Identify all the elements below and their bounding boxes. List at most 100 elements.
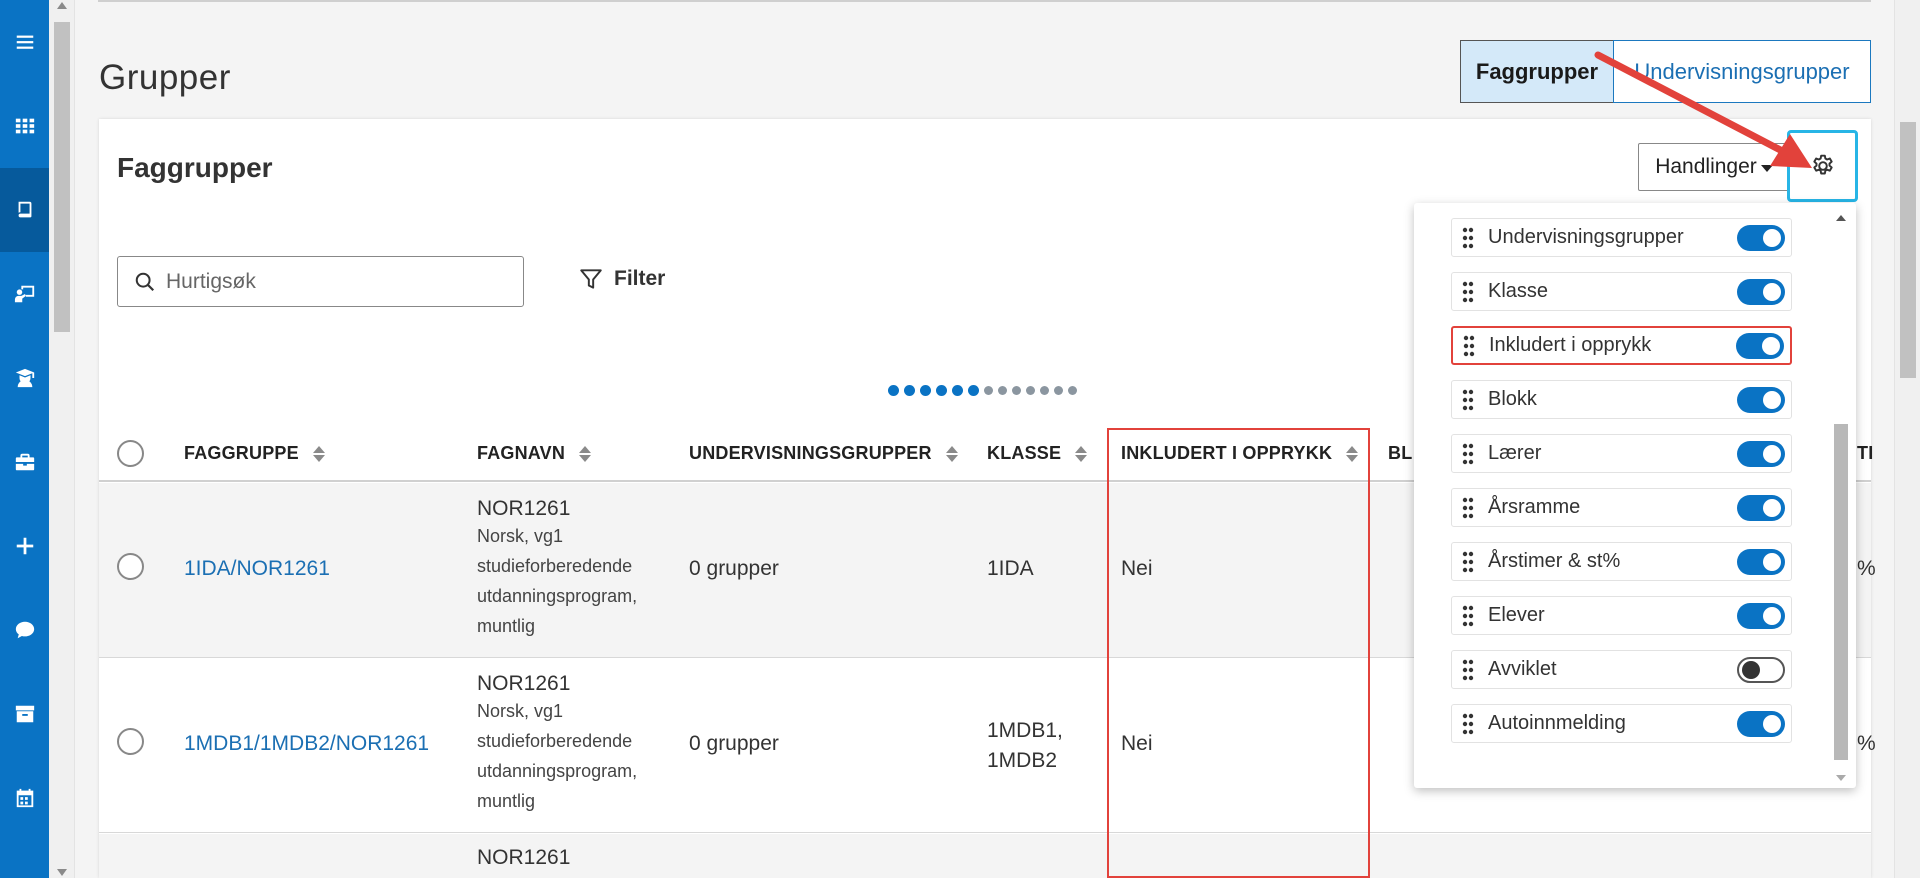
card-title: Faggrupper xyxy=(117,152,273,183)
calendar-icon[interactable] xyxy=(0,756,49,840)
column-header-faggruppe[interactable]: FAGGRUPPE xyxy=(184,425,325,482)
grid-icon[interactable] xyxy=(0,84,49,168)
archive-icon[interactable] xyxy=(0,672,49,756)
pager-dot[interactable] xyxy=(1054,386,1063,395)
column-toggle-label: Inkludert i opprykk xyxy=(1489,334,1652,356)
search-icon xyxy=(135,272,155,291)
column-pager-dots[interactable] xyxy=(888,385,1077,396)
column-toggle-row[interactable]: Autoinnmelding xyxy=(1451,704,1792,743)
sort-icon[interactable] xyxy=(579,445,592,462)
scroll-down-icon[interactable] xyxy=(57,869,67,876)
select-all-checkbox[interactable] xyxy=(117,440,144,467)
tab-undervisningsgrupper[interactable]: Undervisningsgrupper xyxy=(1613,40,1871,103)
scrollbar-thumb[interactable] xyxy=(54,22,70,332)
column-toggle-switch[interactable] xyxy=(1737,386,1785,413)
page-scrollbar[interactable] xyxy=(1894,0,1920,878)
drag-handle-icon[interactable] xyxy=(1454,604,1482,628)
pager-dot[interactable] xyxy=(1040,386,1049,395)
search-input[interactable] xyxy=(166,269,486,294)
briefcase-icon[interactable] xyxy=(0,420,49,504)
column-label: KLASSE xyxy=(987,443,1062,463)
pager-dot[interactable] xyxy=(920,385,931,396)
pager-dot[interactable] xyxy=(936,385,947,396)
popup-scrollbar[interactable] xyxy=(1832,211,1850,781)
column-toggle-row[interactable]: Lærer xyxy=(1451,434,1792,473)
column-header-klasse[interactable]: KLASSE xyxy=(987,425,1088,482)
column-toggle-switch[interactable] xyxy=(1737,602,1785,629)
column-toggle-row[interactable]: Klasse xyxy=(1451,272,1792,311)
column-header-undervisningsgrupper[interactable]: UNDERVISNINGSGRUPPER xyxy=(689,425,958,482)
klasse-cell: 1IDA xyxy=(987,557,1034,580)
page-scrollbar-thumb[interactable] xyxy=(1900,122,1916,378)
column-toggle-switch[interactable] xyxy=(1737,710,1785,737)
popup-scrollbar-thumb[interactable] xyxy=(1834,424,1848,760)
fagnavn-desc-line: Norsk, vg1 xyxy=(477,701,564,721)
column-toggle-row[interactable]: Avviklet xyxy=(1451,650,1792,689)
drag-handle-icon[interactable] xyxy=(1454,280,1482,304)
column-header-blokk[interactable]: BL xyxy=(1388,425,1412,482)
drag-handle-icon[interactable] xyxy=(1454,496,1482,520)
pager-dot[interactable] xyxy=(888,385,899,396)
pager-dot[interactable] xyxy=(1026,386,1035,395)
column-toggle-label: Autoinnmelding xyxy=(1488,712,1626,734)
sort-icon[interactable] xyxy=(1075,445,1088,462)
row-checkbox[interactable] xyxy=(117,553,144,580)
drag-handle-icon[interactable] xyxy=(1455,334,1483,358)
teacher-board-icon[interactable] xyxy=(0,252,49,336)
column-label: BL xyxy=(1388,443,1413,463)
scroll-up-icon[interactable] xyxy=(1836,215,1846,221)
column-header-partial[interactable]: TI xyxy=(1857,425,1873,482)
left-scrollbar[interactable] xyxy=(49,0,75,878)
pager-dot[interactable] xyxy=(1068,386,1077,395)
column-settings-button[interactable] xyxy=(1787,130,1858,202)
column-toggle-row[interactable]: Blokk xyxy=(1451,380,1792,419)
sort-icon[interactable] xyxy=(945,445,958,462)
drag-handle-icon[interactable] xyxy=(1454,658,1482,682)
fagnavn-desc-line: utdanningsprogram, xyxy=(477,761,638,781)
fagnavn-desc-line: studieforberedende xyxy=(477,731,633,751)
column-toggle-switch[interactable] xyxy=(1737,548,1785,575)
pager-dot[interactable] xyxy=(952,385,963,396)
book-icon[interactable] xyxy=(0,168,49,252)
pager-dot[interactable] xyxy=(984,386,993,395)
actions-dropdown[interactable]: Handlinger xyxy=(1638,143,1790,191)
faggruppe-link[interactable]: 1IDA/NOR1261 xyxy=(184,557,330,581)
undervisningsgrupper-cell: 0 grupper xyxy=(689,557,779,580)
column-toggle-row[interactable]: Inkludert i opprykk xyxy=(1451,326,1792,365)
menu-icon[interactable] xyxy=(0,0,49,84)
tab-faggrupper[interactable]: Faggrupper xyxy=(1460,40,1614,103)
plus-icon[interactable] xyxy=(0,504,49,588)
pager-dot[interactable] xyxy=(904,385,915,396)
chat-icon[interactable] xyxy=(0,588,49,672)
column-toggle-switch[interactable] xyxy=(1737,656,1785,683)
row-checkbox[interactable] xyxy=(117,728,144,755)
faggruppe-link[interactable]: 1MDB1/1MDB2/NOR1261 xyxy=(184,732,429,756)
drag-handle-icon[interactable] xyxy=(1454,712,1482,736)
column-toggle-switch[interactable] xyxy=(1737,224,1785,251)
quick-search-field[interactable] xyxy=(117,256,524,307)
column-toggle-switch[interactable] xyxy=(1737,440,1785,467)
scroll-up-icon[interactable] xyxy=(57,2,67,9)
student-icon[interactable] xyxy=(0,336,49,420)
column-toggle-row[interactable]: Årstimer & st% xyxy=(1451,542,1792,581)
column-toggle-switch[interactable] xyxy=(1737,278,1785,305)
table-row[interactable]: NOR1261 xyxy=(99,834,1871,878)
pager-dot[interactable] xyxy=(968,385,979,396)
drag-handle-icon[interactable] xyxy=(1454,442,1482,466)
filter-button[interactable]: Filter xyxy=(578,266,665,292)
drag-handle-icon[interactable] xyxy=(1454,550,1482,574)
column-toggle-row[interactable]: Årsramme xyxy=(1451,488,1792,527)
column-toggle-row[interactable]: Elever xyxy=(1451,596,1792,635)
pager-dot[interactable] xyxy=(1012,386,1021,395)
drag-handle-icon[interactable] xyxy=(1454,226,1482,250)
toggle-knob xyxy=(1763,282,1781,301)
column-toggle-switch[interactable] xyxy=(1736,332,1784,359)
pager-dot[interactable] xyxy=(998,386,1007,395)
sort-icon[interactable] xyxy=(312,445,325,462)
scroll-down-icon[interactable] xyxy=(1836,775,1846,781)
column-toggle-row[interactable]: Undervisningsgrupper xyxy=(1451,218,1792,257)
drag-handle-icon[interactable] xyxy=(1454,388,1482,412)
top-divider xyxy=(98,0,1871,2)
column-toggle-switch[interactable] xyxy=(1737,494,1785,521)
column-header-fagnavn[interactable]: FAGNAVN xyxy=(477,425,592,482)
